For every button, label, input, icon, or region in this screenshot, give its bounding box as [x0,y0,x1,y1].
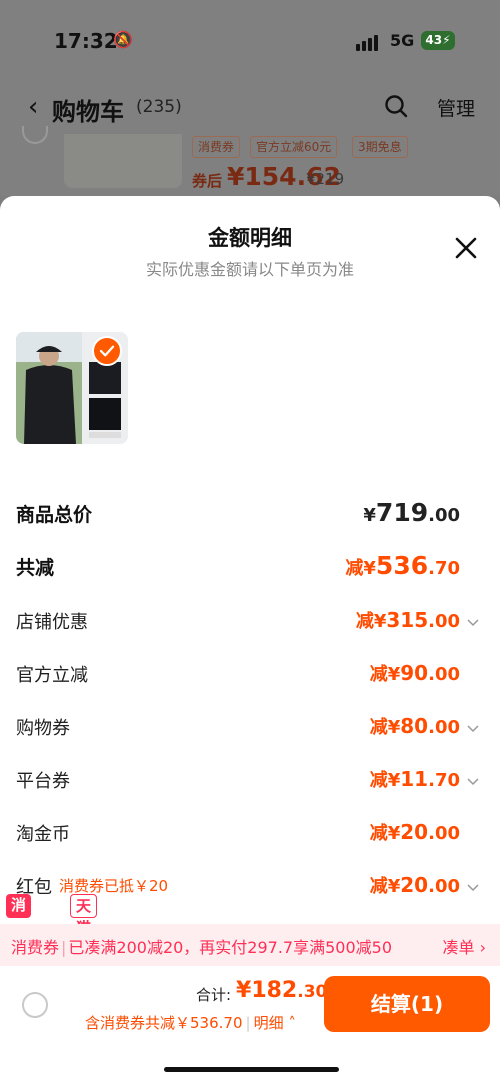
product-image[interactable] [64,134,182,188]
add-items-link[interactable]: 凑单 › [443,934,487,958]
chevron-down-icon[interactable] [467,725,479,733]
cart-count: (235) [136,97,182,117]
nav-bar: ‹ 购物车 (235) 管理 [0,80,500,134]
row-total-price: 商品总价 ¥719.00 [16,498,460,527]
search-icon[interactable] [384,94,408,118]
selected-check-icon [92,336,122,366]
promo-text: 消费券 | 已凑满200减20，再实付297.7享满500减50 [11,938,393,957]
checkout-bar: 合计: ¥182.30 含消费券共减￥536.70 | 明细 ˄ 结算(1) [0,966,500,1087]
battery-icon: 43⚡ [421,31,455,50]
taojinbi-value: 减¥20.00 [369,820,460,844]
row-shopping-coupon[interactable]: 购物券 减¥80.00 [0,708,500,748]
status-bar: 17:32 🔕 5G 43⚡ [0,0,500,80]
promo-bar[interactable]: 消费券 | 已凑满200减20，再实付297.7享满500减50 凑单 › [0,924,500,966]
chevron-down-icon[interactable] [467,778,479,786]
checkout-button[interactable]: 结算(1) [324,976,490,1032]
total-amount: ¥182.30 [236,978,328,1003]
chevron-down-icon[interactable] [467,884,479,892]
official-discount-value: 减¥90.00 [369,661,460,685]
sheet-title: 金额明细 [208,226,292,250]
select-all-radio[interactable] [22,992,48,1018]
row-total-discount: 共减 减¥536.70 [16,551,460,580]
shopping-coupon-value: 减¥80.00 [369,714,460,738]
total-price-value: ¥719.00 [363,498,460,527]
row-official-discount: 官方立减 减¥90.00 [16,661,460,686]
total-discount-value: 减¥536.70 [345,551,460,580]
total-label: 合计: [196,986,232,1004]
close-icon[interactable] [452,234,480,262]
manage-button[interactable]: 管理 [437,94,475,121]
original-price: ¥219 [306,170,345,188]
platform-coupon-value: 减¥11.70 [369,767,460,791]
signal-icon [356,32,380,51]
coupon-tag-consumer[interactable]: 消费券 [6,894,32,958]
bell-off-icon: 🔕 [113,30,133,49]
clock: 17:32 [54,29,118,53]
price-label: 券后 [192,172,223,190]
row-platform-coupon[interactable]: 平台券 减¥11.70 [0,761,500,801]
cart-item-behind: 消费券 官方立减60元 3期免息 券后 ¥154.62 ¥219 [0,126,500,196]
discount-summary: 含消费券共减￥536.70 | 明细 ˄ [85,1014,296,1032]
row-store-discount[interactable]: 店铺优惠 减¥315.00 [0,602,500,642]
item-tag: 官方立减60元 [250,136,338,158]
store-discount-value: 减¥315.00 [355,608,460,632]
detail-toggle[interactable]: 明细 ˄ [254,1014,296,1032]
home-indicator [164,1067,339,1072]
page-title: 购物车 [52,98,124,126]
coupon-deduct-note: 消费券已抵￥20 [59,877,169,895]
chevron-down-icon[interactable] [467,619,479,627]
row-taojinbi: 淘金币 减¥20.00 [16,820,460,845]
item-radio[interactable] [22,126,48,144]
amount-detail-sheet: 金额明细 实际优惠金额请以下单页为准 商品总价 ¥719.00 共减 减¥536… [0,196,500,1087]
coupon-tag-tmall-apparel[interactable]: 天猫服饰券 [70,894,98,1003]
back-icon[interactable]: ‹ [28,92,38,122]
item-tag: 消费券 [192,136,241,158]
network-type: 5G [390,31,415,50]
red-packet-value: 减¥20.00 [369,873,460,897]
item-tag: 3期免息 [352,136,408,158]
sheet-subtitle: 实际优惠金额请以下单页为准 [145,260,354,279]
